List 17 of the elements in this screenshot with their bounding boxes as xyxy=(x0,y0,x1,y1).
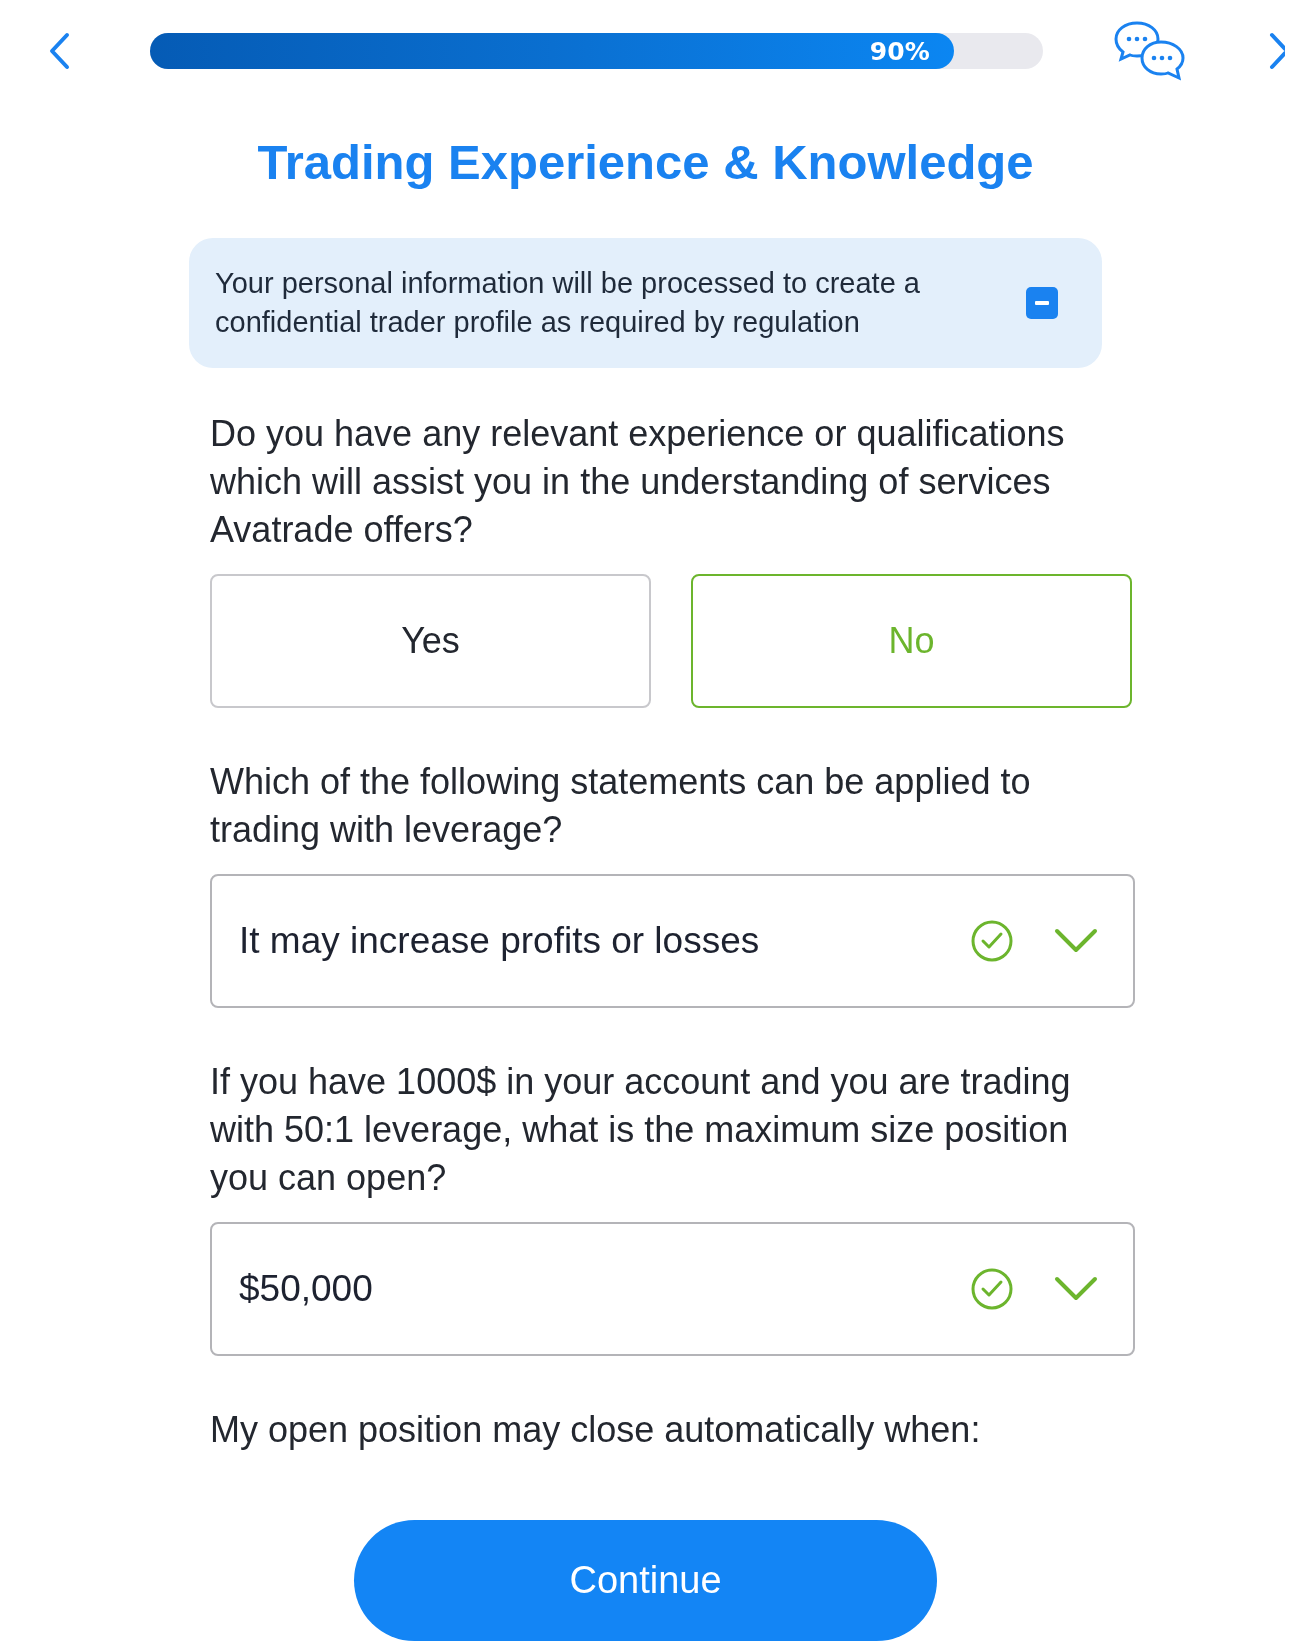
question-text: Which of the following statements can be applied to trading with leverage? xyxy=(210,760,1032,852)
answer-option[interactable]: Yes xyxy=(210,574,651,708)
progress-label: 90% xyxy=(869,36,931,66)
chat-icon[interactable] xyxy=(1113,20,1187,82)
forward-icon[interactable] xyxy=(1269,32,1285,70)
continue-button[interactable]: Continue xyxy=(354,1520,937,1641)
back-icon[interactable] xyxy=(48,32,70,70)
question-text: Do you have any relevant experience or qualifications which will assist you in the understanding of services Avatrade offers? xyxy=(210,412,1066,552)
notice-text: Your personal information will be processed to create a confidential trader profile as required by regulation xyxy=(215,266,921,340)
answer-dropdown[interactable]: $50,000 xyxy=(210,1222,1135,1356)
collapse-icon[interactable] xyxy=(1026,287,1058,319)
page-title: Trading Experience & Knowledge xyxy=(257,134,1034,190)
answer-dropdown[interactable]: It may increase profits or losses xyxy=(210,874,1135,1008)
question-text: My open position may close automatically when: xyxy=(210,1408,982,1452)
chevron-down-icon xyxy=(1054,928,1098,954)
chevron-down-icon xyxy=(1054,1276,1098,1302)
question-text: If you have 1000$ in your account and you are trading with 50:1 leverage, what is the maximum size position you can open? xyxy=(210,1060,1072,1200)
